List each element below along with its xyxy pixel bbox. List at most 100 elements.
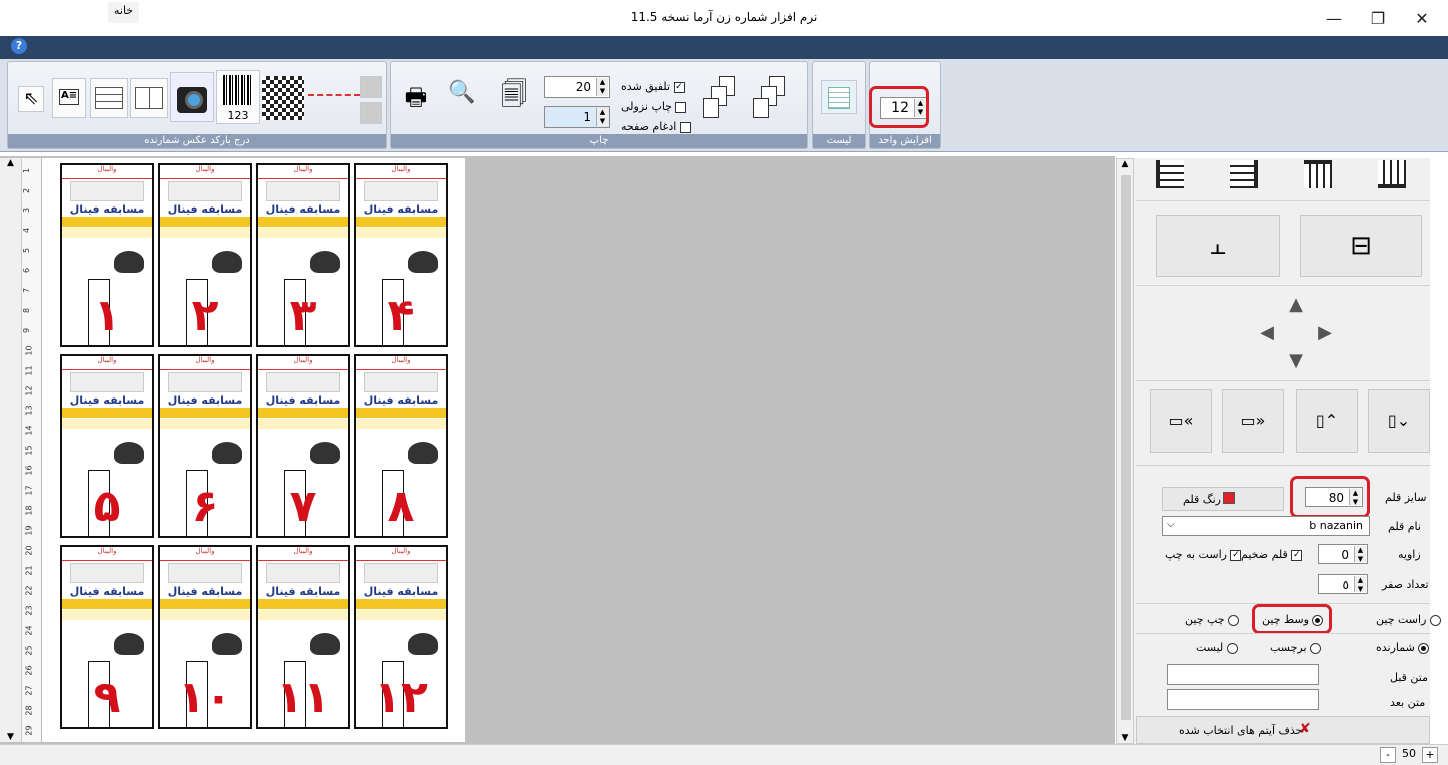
zoom-out-button[interactable]: - [1380, 747, 1396, 763]
spinner-arrows-icon[interactable]: ▲ ▼ [596, 78, 608, 96]
descending-checkbox[interactable]: چاپ نزولی [621, 100, 687, 113]
merge-page-label: ادغام صفحه [621, 120, 677, 133]
pen-color-button[interactable]: رنگ قلم [1162, 487, 1284, 511]
menu-home[interactable]: خانه [108, 2, 140, 23]
merge-page-checkbox[interactable]: ادغام صفحه [621, 120, 691, 133]
distribute-vertical-button[interactable]: ⊟ [1300, 215, 1422, 277]
spinner-arrows-icon[interactable]: ▲ ▼ [596, 108, 608, 126]
ticket-card[interactable]: والیبال مسابقه فینال ۹ [60, 545, 154, 729]
menu-page-layout[interactable]: چیدمان صفحه [150, 3, 227, 21]
card-number: ۹ [93, 672, 121, 723]
ticket-card[interactable]: والیبال مسابقه فینال ۱۱ [256, 545, 350, 729]
type-list-radio[interactable]: لیست [1196, 641, 1238, 654]
ticket-card[interactable]: والیبال مسابقه فینال ۶ [158, 354, 252, 538]
left-scrollbar[interactable]: ▲ ▼ [0, 158, 22, 742]
ticket-card[interactable]: والیبال مسابقه فینال ۷ [256, 354, 350, 538]
ticket-card[interactable]: والیبال مسابقه فینال ۴ [354, 163, 448, 347]
ruler-tick: 24 [24, 625, 34, 636]
print-setup-icon[interactable]: 🗐 [491, 76, 537, 120]
minimize-button[interactable]: — [1312, 4, 1356, 32]
expand-width-icon[interactable]: ▭» [1222, 389, 1284, 453]
checkbox-icon [679, 121, 691, 133]
shape-tool-2-icon[interactable] [360, 102, 382, 124]
help-icon[interactable]: ? [11, 38, 27, 54]
dashed-line-icon[interactable] [308, 80, 360, 110]
color-swatch-icon [1223, 492, 1235, 504]
list-group: لیست [812, 61, 866, 149]
menu-notes[interactable]: یادداشت [236, 3, 287, 21]
delete-selected-button[interactable]: ✘ حذف آیتم های انتخاب شده [1136, 716, 1430, 744]
checkbox-icon [675, 101, 687, 113]
card-header: والیبال [356, 356, 446, 370]
card-yellow-band [258, 610, 348, 620]
move-up-icon[interactable]: ▲ [1281, 294, 1311, 316]
shrink-width-icon[interactable]: ▭« [1150, 389, 1212, 453]
ruler-tick: 18 [24, 505, 34, 516]
align-bottom-edge-icon[interactable] [1372, 158, 1412, 192]
ticket-card[interactable]: والیبال مسابقه فینال ۲ [158, 163, 252, 347]
align-top-edge-icon[interactable] [1298, 158, 1338, 192]
close-button[interactable]: ✕ [1400, 4, 1444, 32]
ticket-card[interactable]: والیبال مسابقه فینال ۵ [60, 354, 154, 538]
merged-checkbox[interactable]: ✓ تلفیق شده [621, 80, 685, 93]
ruler-tick: 16 [24, 465, 34, 476]
align-right-radio[interactable]: راست چین [1376, 613, 1441, 626]
align-left-radio[interactable]: چپ چین [1185, 613, 1240, 626]
align-right-edge-icon[interactable] [1224, 158, 1264, 192]
ticket-card[interactable]: والیبال مسابقه فینال ۱۲ [354, 545, 448, 729]
expand-height-icon[interactable]: ▯⌃ [1296, 389, 1358, 453]
page-order-b-icon[interactable] [751, 72, 795, 130]
spinner-arrows-icon[interactable]: ▲ ▼ [1354, 576, 1366, 593]
bold-checkbox[interactable]: ✓ قلم ضخیم [1241, 548, 1303, 561]
distribute-vertical-icon: ⊟ [1350, 231, 1372, 261]
spinner-arrows-icon[interactable]: ▲ ▼ [1354, 546, 1366, 563]
shrink-height-icon[interactable]: ▯⌄ [1368, 389, 1430, 453]
page-order-a-icon[interactable] [701, 72, 745, 130]
grid-layout-icon[interactable] [130, 78, 168, 118]
pointer-tool-icon[interactable]: ⇖ [18, 86, 44, 112]
copies-spinner[interactable]: 20 ▲ ▼ [544, 76, 610, 98]
ruler-tick: 23 [24, 605, 34, 616]
menu-about[interactable]: درباره ما [296, 3, 348, 21]
move-right-icon[interactable]: ▶ [1310, 322, 1340, 344]
type-counter-radio[interactable]: شمارنده [1376, 641, 1430, 654]
menu-file[interactable]: پرونده [58, 3, 99, 21]
qr-code-icon[interactable] [260, 70, 306, 124]
scroll-down-icon[interactable]: ▼ [1117, 733, 1133, 743]
type-label-radio[interactable]: برچسب [1270, 641, 1322, 654]
maximize-button[interactable]: ❐ [1356, 4, 1400, 32]
ticket-card[interactable]: والیبال مسابقه فینال ۱۰ [158, 545, 252, 729]
rtl-checkbox[interactable]: ✓ راست به چپ [1165, 548, 1242, 561]
align-left-edge-icon[interactable] [1150, 158, 1190, 192]
camera-icon[interactable] [170, 72, 214, 122]
print-preview-icon[interactable]: 🔍 [443, 80, 481, 116]
shape-tool-icon[interactable] [360, 76, 382, 98]
scroll-down-icon[interactable]: ▼ [0, 732, 21, 742]
move-down-icon[interactable]: ▼ [1281, 350, 1311, 372]
ticket-card[interactable]: والیبال مسابقه فینال ۸ [354, 354, 448, 538]
scroll-thumb[interactable] [1121, 175, 1131, 720]
card-logo-icon [212, 251, 242, 273]
prefix-input[interactable] [1167, 664, 1319, 685]
suffix-input[interactable] [1167, 689, 1319, 710]
ticket-card[interactable]: والیبال مسابقه فینال ۳ [256, 163, 350, 347]
zeros-spinner[interactable]: ٥ ▲ ▼ [1318, 574, 1368, 594]
printer-icon[interactable]: 🖶 [397, 80, 435, 116]
zoom-in-button[interactable]: + [1422, 747, 1438, 763]
ticket-card[interactable]: والیبال مسابقه فینال ۱ [60, 163, 154, 347]
barcode-icon[interactable]: 123 [216, 70, 260, 124]
menu-feedback[interactable]: ارسال نظر/درخواست [352, 3, 464, 21]
list-table-icon[interactable] [821, 80, 857, 114]
merged-label: تلفیق شده [621, 80, 671, 93]
font-name-select[interactable]: ⌵ b nazanin [1162, 516, 1370, 536]
distribute-horizontal-button[interactable]: ⫠ [1156, 215, 1280, 277]
table-layout-icon[interactable] [90, 78, 128, 118]
start-spinner[interactable]: 1 ▲ ▼ [544, 106, 610, 128]
card-yellow-band [356, 217, 446, 227]
scroll-up-icon[interactable]: ▲ [1117, 159, 1133, 169]
ruler-tick: 7 [22, 287, 32, 294]
angle-spinner[interactable]: 0 ▲ ▼ [1318, 544, 1368, 564]
move-left-icon[interactable]: ◀ [1252, 322, 1282, 344]
text-tool-icon[interactable]: A≡ [52, 78, 86, 118]
scroll-up-icon[interactable]: ▲ [0, 158, 21, 168]
